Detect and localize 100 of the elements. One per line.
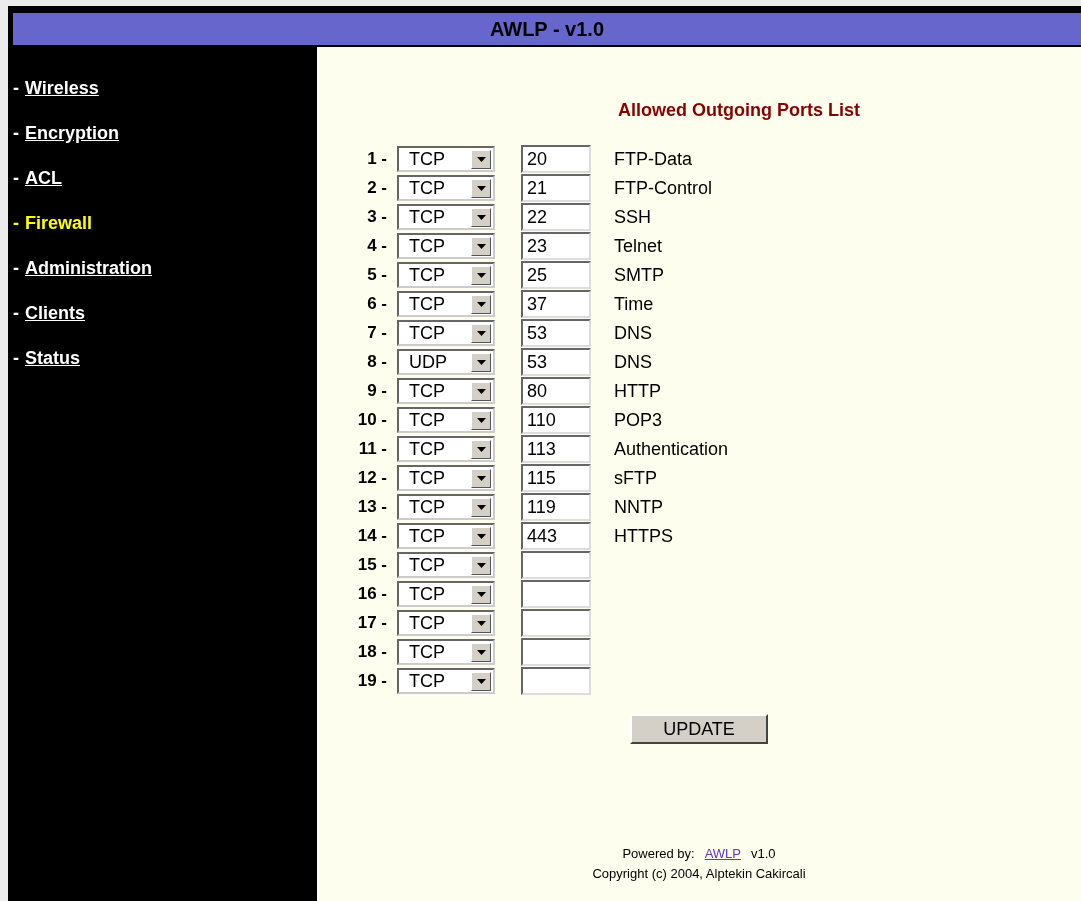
protocol-select[interactable]: UDP	[397, 349, 495, 375]
protocol-select[interactable]: TCP	[397, 407, 495, 433]
port-field[interactable]	[521, 667, 591, 695]
nav-link[interactable]: ACL	[25, 165, 62, 192]
service-name: Authentication	[614, 437, 729, 461]
protocol-select[interactable]: TCP	[397, 552, 495, 578]
row-number: 2 -	[366, 177, 388, 200]
nav-link[interactable]: Wireless	[25, 75, 99, 102]
nav-link[interactable]: Firewall	[25, 210, 93, 237]
service-name: FTP-Data	[614, 147, 692, 171]
protocol-select[interactable]: TCP	[397, 204, 495, 230]
row-number: 7 -	[366, 322, 388, 345]
caret-icon	[476, 562, 486, 568]
nav-link[interactable]: Clients	[25, 300, 85, 327]
caret-icon	[476, 359, 486, 365]
service-name: NNTP	[614, 495, 663, 519]
row-number: 17 -	[356, 612, 388, 635]
service-name: sFTP	[614, 466, 657, 490]
service-name: Time	[614, 292, 654, 316]
service-name: HTTP	[614, 379, 661, 403]
port-field[interactable]: 22	[521, 203, 591, 231]
bullet-dash: -	[13, 77, 19, 100]
caret-icon	[476, 620, 486, 626]
protocol-select[interactable]: TCP	[397, 465, 495, 491]
port-field[interactable]: 110	[521, 406, 591, 434]
row-number: 12 -	[356, 467, 388, 490]
protocol-select[interactable]: TCP	[397, 146, 495, 172]
port-field[interactable]	[521, 609, 591, 637]
awlp-link[interactable]: AWLP	[704, 844, 741, 864]
protocol-select[interactable]: TCP	[397, 668, 495, 694]
service-name: SMTP	[614, 263, 664, 287]
protocol-select[interactable]: TCP	[397, 523, 495, 549]
protocol-select[interactable]: TCP	[397, 378, 495, 404]
bullet-dash: -	[13, 122, 19, 145]
row-number: 13 -	[356, 496, 388, 519]
powered-by-label: Powered by:	[622, 845, 695, 863]
row-number: 6 -	[366, 293, 388, 316]
protocol-select[interactable]: TCP	[397, 581, 495, 607]
port-field[interactable]: 53	[521, 348, 591, 376]
caret-icon	[476, 649, 486, 655]
service-name: HTTPS	[614, 524, 673, 548]
bullet-dash: -	[13, 257, 19, 280]
row-number: 14 -	[356, 525, 388, 548]
port-field[interactable]	[521, 580, 591, 608]
port-field[interactable]: 113	[521, 435, 591, 463]
header-title: AWLP - v1.0	[489, 17, 605, 42]
caret-icon	[476, 272, 486, 278]
nav-link[interactable]: Status	[25, 345, 80, 372]
caret-icon	[476, 678, 486, 684]
port-field[interactable]: 119	[521, 493, 591, 521]
bullet-dash: -	[13, 302, 19, 325]
copyright-text: Copyright (c) 2004, Alptekin Cakircali	[592, 864, 806, 883]
protocol-select[interactable]: TCP	[397, 291, 495, 317]
port-field[interactable]: 21	[521, 174, 591, 202]
row-number: 1 -	[366, 148, 388, 171]
nav-link[interactable]: Encryption	[25, 120, 119, 147]
bullet-dash: -	[13, 167, 19, 190]
update-button[interactable]: UPDATE	[630, 714, 768, 744]
bullet-dash: -	[13, 212, 19, 235]
row-number: 18 -	[356, 641, 388, 664]
caret-icon	[476, 185, 486, 191]
port-field[interactable]: 20	[521, 145, 591, 173]
row-number: 5 -	[366, 264, 388, 287]
protocol-select[interactable]: TCP	[397, 262, 495, 288]
service-name: POP3	[614, 408, 663, 432]
port-field[interactable]: 23	[521, 232, 591, 260]
service-name: Telnet	[614, 234, 663, 258]
row-number: 3 -	[366, 206, 388, 229]
port-field[interactable]: 443	[521, 522, 591, 550]
row-number: 10 -	[356, 409, 388, 432]
caret-icon	[476, 533, 486, 539]
port-field[interactable]	[521, 638, 591, 666]
port-field[interactable]: 53	[521, 319, 591, 347]
protocol-select[interactable]: TCP	[397, 639, 495, 665]
port-field[interactable]: 25	[521, 261, 591, 289]
protocol-select[interactable]: TCP	[397, 436, 495, 462]
nav-link[interactable]: Administration	[25, 255, 152, 282]
caret-icon	[476, 591, 486, 597]
protocol-select[interactable]: TCP	[397, 494, 495, 520]
row-number: 9 -	[366, 380, 388, 403]
service-name: DNS	[614, 321, 652, 345]
port-field[interactable]	[521, 551, 591, 579]
port-field[interactable]: 80	[521, 377, 591, 405]
protocol-select[interactable]: TCP	[397, 320, 495, 346]
caret-icon	[476, 330, 486, 336]
row-number: 4 -	[366, 235, 388, 258]
bullet-dash: -	[13, 347, 19, 370]
row-number: 15 -	[356, 554, 388, 577]
service-name: FTP-Control	[614, 176, 712, 200]
row-number: 8 -	[366, 351, 388, 374]
protocol-select[interactable]: TCP	[397, 175, 495, 201]
protocol-select[interactable]: TCP	[397, 233, 495, 259]
port-field[interactable]: 115	[521, 464, 591, 492]
protocol-select[interactable]: TCP	[397, 610, 495, 636]
service-name: SSH	[614, 205, 651, 229]
row-number: 19 -	[356, 670, 388, 693]
caret-icon	[476, 388, 486, 394]
port-field[interactable]: 37	[521, 290, 591, 318]
caret-icon	[476, 214, 486, 220]
caret-icon	[476, 243, 486, 249]
